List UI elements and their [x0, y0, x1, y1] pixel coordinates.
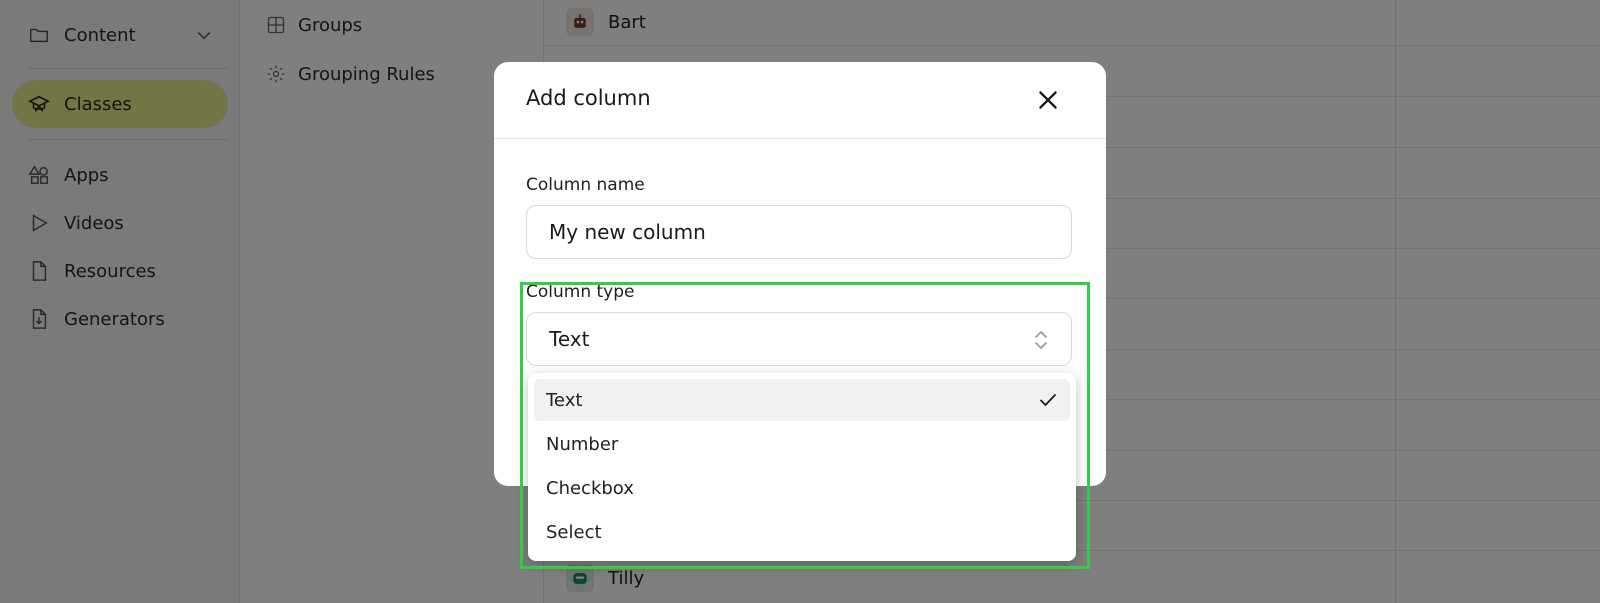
- column-type-select[interactable]: Text: [526, 312, 1072, 366]
- column-type-value: Text: [549, 327, 590, 351]
- dialog-title: Add column: [526, 86, 651, 110]
- close-button[interactable]: [1030, 82, 1066, 118]
- column-type-label: Column type: [526, 282, 635, 302]
- option-text[interactable]: Text: [534, 379, 1070, 421]
- checkmark-icon: [1038, 390, 1058, 410]
- option-checkbox[interactable]: Checkbox: [534, 467, 1070, 509]
- column-name-label: Column name: [526, 175, 645, 195]
- option-label: Text: [546, 389, 583, 411]
- column-name-input[interactable]: [526, 205, 1072, 259]
- option-select[interactable]: Select: [534, 511, 1070, 553]
- chevron-up-down-icon: [1033, 328, 1049, 352]
- close-icon: [1039, 91, 1057, 109]
- option-label: Number: [546, 433, 619, 455]
- dialog-header: Add column: [494, 62, 1106, 139]
- option-number[interactable]: Number: [534, 423, 1070, 465]
- column-type-dropdown: Text Number Checkbox Select: [528, 373, 1076, 561]
- option-label: Checkbox: [546, 477, 634, 499]
- option-label: Select: [546, 521, 602, 543]
